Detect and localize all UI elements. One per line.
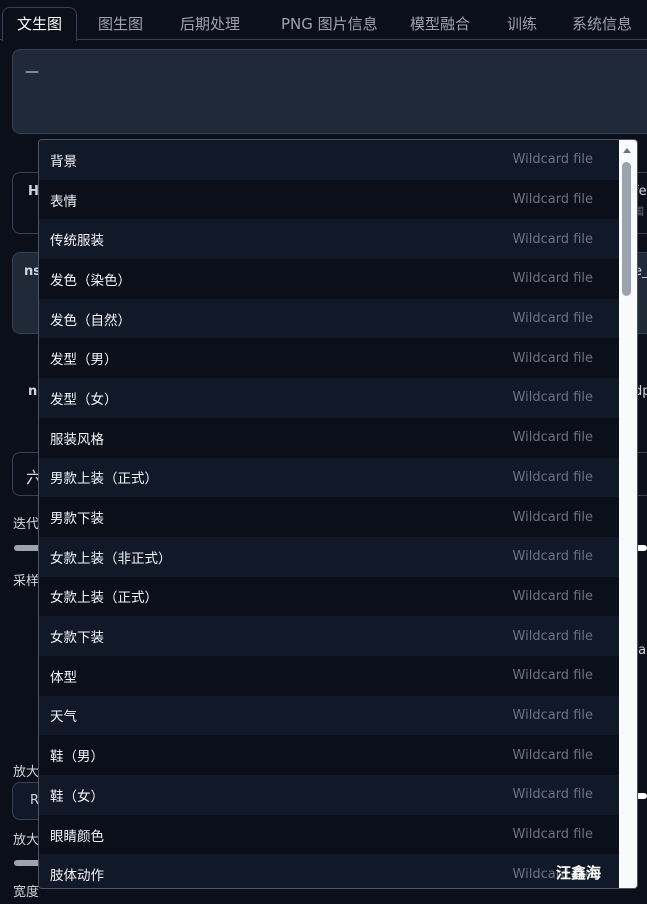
bg-label: 采样: [13, 574, 40, 589]
scrollbar-thumb[interactable]: [622, 162, 631, 296]
item-label: 发色（染色）: [50, 272, 131, 289]
item-label: 发色（自然）: [50, 312, 131, 329]
item-label: 女款下装: [50, 630, 104, 647]
dropdown-item[interactable]: 服装风格 Wildcard file: [39, 418, 621, 458]
item-type: Wildcard file: [512, 192, 593, 208]
dropdown-item[interactable]: 女款上装（正式） Wildcard file: [39, 577, 621, 617]
item-label: 发型（男）: [50, 352, 118, 369]
item-type: Wildcard file: [512, 390, 593, 406]
tab-png-info[interactable]: PNG 图片信息: [281, 8, 378, 40]
dropdown-item[interactable]: 发色（染色） Wildcard file: [39, 259, 621, 299]
scroll-up-icon[interactable]: [623, 148, 631, 153]
watermark: 汪鑫海: [556, 864, 602, 882]
tab-txt2img[interactable]: 文生图: [2, 7, 78, 41]
dropdown-item[interactable]: 天气 Wildcard file: [39, 695, 621, 736]
item-type: Wildcard file: [512, 827, 593, 843]
item-label: 女款上装（非正式）: [50, 550, 172, 567]
item-label: 体型: [50, 669, 77, 686]
scrollbar[interactable]: [619, 140, 637, 888]
dropdown-item[interactable]: 女款下装 Wildcard file: [39, 616, 621, 656]
dropdown-item[interactable]: 发型（男） Wildcard file: [39, 338, 621, 378]
item-type: Wildcard file: [512, 350, 593, 366]
bg-label: 迭代: [13, 517, 40, 532]
item-type: Wildcard file: [512, 588, 593, 604]
dropdown-item[interactable]: 男款上装（正式） Wildcard file: [39, 457, 621, 498]
item-type: Wildcard file: [512, 628, 593, 644]
item-type: Wildcard file: [512, 787, 593, 803]
item-type: Wildcard file: [512, 469, 593, 485]
dropdown-item[interactable]: 鞋（女） Wildcard file: [39, 775, 621, 815]
tab-extras[interactable]: 后期处理: [180, 8, 240, 40]
dropdown-item[interactable]: 传统服装 Wildcard file: [39, 219, 621, 260]
item-type: Wildcard file: [512, 231, 593, 247]
prompt-input[interactable]: —: [12, 49, 647, 134]
item-label: 背景: [50, 153, 77, 170]
dropdown-item[interactable]: 肢体动作 Wildcard file: [39, 854, 621, 888]
item-type: Wildcard file: [512, 311, 593, 327]
item-label: 传统服装: [50, 233, 104, 250]
bg-label: 放大: [13, 833, 40, 848]
tab-train[interactable]: 训练: [507, 8, 537, 40]
item-label: 男款下装: [50, 511, 104, 528]
item-type: Wildcard file: [512, 549, 593, 565]
item-type: Wildcard file: [512, 668, 593, 684]
item-label: 眼睛颜色: [50, 828, 104, 845]
item-type: Wildcard file: [512, 509, 593, 525]
dropdown-item[interactable]: 发型（女） Wildcard file: [39, 378, 621, 418]
tab-bar: 文生图 图生图 后期处理 PNG 图片信息 模型融合 训练 系统信息: [0, 0, 647, 41]
tab-img2img[interactable]: 图生图: [98, 8, 143, 40]
item-type: Wildcard file: [512, 271, 593, 287]
bg-label: 宽度: [13, 885, 40, 900]
tab-system-info[interactable]: 系统信息: [572, 8, 632, 40]
bg-label: 放大: [13, 765, 40, 780]
dropdown-item[interactable]: 发色（自然） Wildcard file: [39, 298, 621, 339]
dropdown-item[interactable]: 女款上装（非正式） Wildcard file: [39, 536, 621, 577]
dropdown-item[interactable]: 表情 Wildcard file: [39, 180, 621, 220]
dropdown-item[interactable]: 体型 Wildcard file: [39, 656, 621, 696]
dropdown-item[interactable]: 鞋（男） Wildcard file: [39, 735, 621, 775]
item-label: 鞋（男）: [50, 749, 104, 766]
item-label: 鞋（女）: [50, 788, 104, 805]
dropdown-item[interactable]: 男款下装 Wildcard file: [39, 497, 621, 537]
item-type: Wildcard file: [512, 152, 593, 168]
item-label: 表情: [50, 193, 77, 210]
wildcard-autocomplete-dropdown: 背景 Wildcard file 表情 Wildcard file 传统服装 Wildca…: [38, 139, 638, 889]
tab-merge[interactable]: 模型融合: [410, 8, 470, 40]
item-type: Wildcard file: [512, 707, 593, 723]
item-label: 发型（女）: [50, 391, 118, 408]
item-label: 男款上装（正式）: [50, 471, 158, 488]
item-type: Wildcard file: [512, 747, 593, 763]
item-label: 女款上装（正式）: [50, 590, 158, 607]
item-label: 天气: [50, 709, 77, 726]
item-label: 服装风格: [50, 431, 104, 448]
dropdown-item[interactable]: 眼睛颜色 Wildcard file: [39, 815, 621, 855]
item-type: Wildcard file: [512, 430, 593, 446]
dropdown-item[interactable]: 背景 Wildcard file: [39, 140, 621, 180]
item-label: 肢体动作: [50, 868, 104, 885]
